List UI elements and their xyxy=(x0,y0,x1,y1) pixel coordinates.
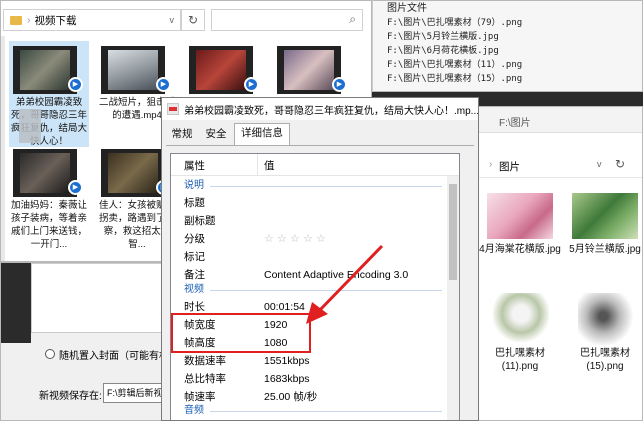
video-player-icon: ▶ xyxy=(156,77,171,92)
refresh-icon[interactable]: ↻ xyxy=(615,157,625,171)
scrollbar[interactable] xyxy=(447,176,459,420)
prop-data-rate: 数据速率 xyxy=(184,355,226,367)
prop-total-bitrate: 总比特率 xyxy=(184,373,226,385)
address-bar[interactable]: › 图片 v ↻ xyxy=(479,154,642,178)
scrollbar-thumb[interactable] xyxy=(449,184,457,280)
star-icon[interactable]: ☆ xyxy=(290,234,300,245)
dialog-title-bar: 弟弟校园霸凌致死，哥哥隐忍三年疯狂复仇，结局大快人心！.mp... xyxy=(162,98,478,120)
frame-rate-value: 25.00 帧/秒 xyxy=(264,391,318,403)
video-player-icon: ▶ xyxy=(244,77,259,92)
image-folder-window: F:\图片 › 图片 v ↻ 4月海棠花横版.jpg 5月铃兰横版.jpg 巴扎… xyxy=(478,106,643,421)
file-caption[interactable]: 5月铃兰横版.jpg xyxy=(562,243,642,256)
content-area xyxy=(31,263,164,333)
prop-subtitle: 副标题 xyxy=(184,215,216,227)
file-caption[interactable]: 巴扎嘿素材(15).png xyxy=(562,347,642,373)
image-thumbnail[interactable] xyxy=(487,193,553,239)
section-description: 说明 xyxy=(184,180,204,191)
refresh-icon[interactable]: ↻ xyxy=(181,9,205,31)
dialog-title: 弟弟校园霸凌致死，哥哥隐忍三年疯狂复仇，结局大快人心！.mp... xyxy=(184,106,479,117)
star-icon[interactable]: ☆ xyxy=(264,234,274,245)
prop-rating: 分级 xyxy=(184,233,205,245)
prop-title: 标题 xyxy=(184,197,205,209)
video-player-icon: ▶ xyxy=(68,77,83,92)
address-bar[interactable]: › 视频下载 v xyxy=(3,9,181,31)
list-item: F:\图片\巴扎嘿素材（11）.png xyxy=(387,60,523,70)
save-path-input[interactable]: F:\剪辑后新视 xyxy=(103,383,164,403)
section-video: 视频 xyxy=(184,284,204,295)
highlight-box xyxy=(171,313,311,353)
chevron-down-icon[interactable]: v xyxy=(170,15,175,25)
random-cover-radio[interactable] xyxy=(45,349,55,359)
tab-general[interactable]: 常规 xyxy=(166,125,198,145)
file-caption[interactable]: 4月海棠花横版.jpg xyxy=(479,243,563,256)
video-file-icon xyxy=(167,103,179,115)
video-player-icon: ▶ xyxy=(68,180,83,195)
video-tool-panel: 随机置入封面（可能有相同 新视频保存在: F:\剪辑后新视 xyxy=(0,262,165,421)
window-path: F:\图片 xyxy=(499,118,531,129)
random-cover-label: 随机置入封面（可能有相同 xyxy=(59,351,164,362)
image-thumbnail[interactable] xyxy=(578,293,634,345)
blur-mask xyxy=(19,109,41,143)
tab-security[interactable]: 安全 xyxy=(200,125,232,145)
folder-icon xyxy=(10,15,22,25)
title-bar: F:\图片 xyxy=(479,107,642,133)
image-file-list: 图片文件 F:\图片\巴扎嘿素材（79）.png F:\图片\5月铃兰横版.jp… xyxy=(372,0,643,92)
column-header-value[interactable]: 值 xyxy=(264,158,275,173)
search-icon: ⌕ xyxy=(349,12,356,26)
address-text: 视频下载 xyxy=(34,14,77,27)
file-caption[interactable]: 巴扎嘿素材(11).png xyxy=(479,347,563,373)
list-item: F:\图片\5月铃兰横版.jpg xyxy=(387,32,499,42)
image-thumbnail[interactable] xyxy=(493,293,549,345)
column-header-property[interactable]: 属性 xyxy=(184,158,205,173)
tab-details[interactable]: 详细信息 xyxy=(234,123,290,146)
list-item: F:\图片\巴扎嘿素材（15）.png xyxy=(387,74,523,84)
save-location-label: 新视频保存在: xyxy=(39,391,102,402)
list-header: 图片文件 xyxy=(387,3,427,14)
details-header xyxy=(171,154,459,176)
video-player-icon: ▶ xyxy=(332,77,347,92)
annotation-arrow-icon xyxy=(306,244,384,324)
image-thumbnail[interactable] xyxy=(572,193,638,239)
list-item: F:\图片\巴扎嘿素材（79）.png xyxy=(387,18,523,28)
prop-comments: 备注 xyxy=(184,269,205,281)
data-rate-value: 1551kbps xyxy=(264,355,310,367)
section-audio: 音频 xyxy=(184,405,204,416)
video-caption[interactable]: 加油妈妈：秦薇让孩子装病，等着亲戚们上门来送钱，一开门... xyxy=(11,199,87,251)
search-input[interactable]: ⌕ xyxy=(211,9,363,31)
prop-tags: 标记 xyxy=(184,251,205,263)
nav-pane-edge xyxy=(1,36,5,261)
list-item: F:\图片\6月荷花横板.jpg xyxy=(387,46,499,56)
star-icon[interactable]: ☆ xyxy=(277,234,287,245)
chevron-down-icon[interactable]: v xyxy=(597,159,602,169)
prop-frame-rate: 帧速率 xyxy=(184,391,216,403)
total-bitrate-value: 1683kbps xyxy=(264,373,310,385)
breadcrumb: 图片 xyxy=(499,161,520,173)
